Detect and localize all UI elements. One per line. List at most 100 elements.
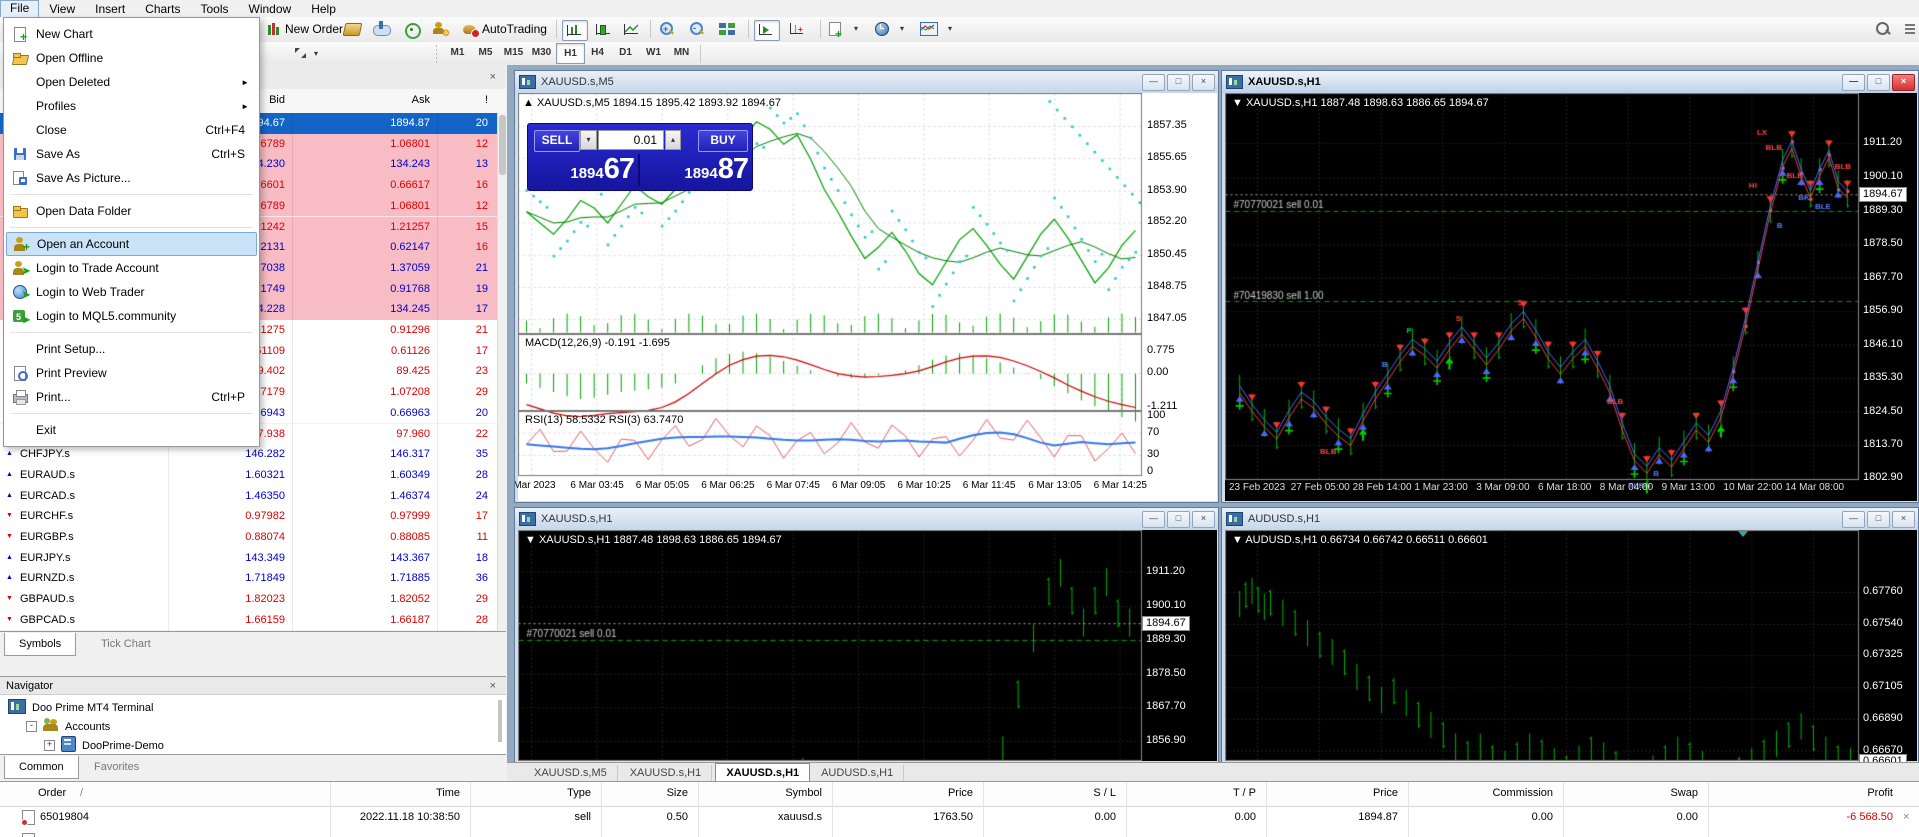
new-order-button[interactable]: New Order [262, 19, 348, 39]
chart-window-xauusd-m5[interactable]: XAUUSD.s,M5 — □ × ▲ XAUUSD.s,M5 1894.15 … [514, 70, 1219, 503]
panel-toggle-icon[interactable]: ▲ [523, 97, 537, 109]
candlestick-type-icon[interactable] [592, 20, 616, 39]
file-menu-item-print-preview[interactable]: Print Preview [6, 361, 257, 385]
file-menu-item-new-chart[interactable]: +New Chart [6, 22, 257, 46]
signal-icon[interactable] [400, 20, 424, 39]
zoom-in-icon[interactable]: + [656, 20, 680, 39]
restore-button[interactable]: □ [1867, 511, 1890, 528]
order-row[interactable]: 65019804 2022.11.18 10:38:50 sell 0.50 x… [0, 806, 1919, 829]
publish-icon[interactable] [370, 20, 394, 39]
timeframe-m5[interactable]: M5 [472, 43, 499, 62]
collapse-icon[interactable]: - [26, 721, 37, 732]
sell-button[interactable]: SELL [534, 130, 580, 152]
file-menu-item-login-to-trade-account[interactable]: ➤Login to Trade Account [6, 256, 257, 280]
column-header-spread[interactable]: ! [408, 94, 488, 106]
terminal-header-price[interactable]: Price [1298, 787, 1398, 799]
volume-up-button[interactable]: ▴ [665, 130, 681, 150]
panel-toggle-icon[interactable]: ▼ [1232, 97, 1246, 109]
restore-button[interactable]: □ [1167, 511, 1190, 528]
terminal-header-symbol[interactable]: Symbol [722, 787, 822, 799]
panel-toggle-icon[interactable]: ▼ [525, 534, 539, 546]
minimize-button[interactable]: — [1142, 511, 1165, 528]
periods-dropdown[interactable]: ▾ [872, 20, 912, 39]
minimize-button[interactable]: — [1842, 511, 1865, 528]
file-menu-item-save-as-picture[interactable]: Save As Picture... [6, 166, 257, 190]
volume-down-button[interactable]: ▾ [580, 130, 597, 150]
close-button[interactable]: × [1192, 74, 1215, 91]
chart-tab-xauusd-s-h1[interactable]: XAUUSD.s,H1 [620, 765, 713, 781]
terminal-header-type[interactable]: Type [491, 787, 591, 799]
file-menu-item-open-deleted[interactable]: Open Deleted► [6, 70, 257, 94]
timeframe-h4[interactable]: H4 [584, 43, 611, 62]
tab-symbols[interactable]: Symbols [4, 633, 76, 656]
file-menu-item-print[interactable]: Print...Ctrl+P [6, 385, 257, 409]
market-watch-row-eurgbp.s[interactable]: ▼EURGBP.s0.880740.8808511 [0, 527, 497, 549]
market-watch-row-gbpaud.s[interactable]: ▼GBPAUD.s1.820231.8205229 [0, 589, 497, 611]
navigator-close-icon[interactable]: × [490, 681, 496, 691]
market-watch-row-eurcad.s[interactable]: ▲EURCAD.s1.463501.4637424 [0, 486, 497, 508]
zoom-out-icon[interactable]: - [686, 20, 710, 39]
file-menu-item-save-as[interactable]: Save AsCtrl+S [6, 142, 257, 166]
timeframe-d1[interactable]: D1 [612, 43, 639, 62]
accounts-icon[interactable]: ⚙ [430, 20, 454, 39]
menu-view[interactable]: View [39, 1, 85, 17]
tile-windows-icon[interactable] [716, 20, 740, 39]
market-watch-row-euraud.s[interactable]: ▲EURAUD.s1.603211.6034928 [0, 465, 497, 487]
file-menu-item-open-offline[interactable]: Open Offline [6, 46, 257, 70]
chart-shift-icon[interactable]: + [786, 20, 810, 39]
market-watch-row-gbpcad.s[interactable]: ▼GBPCAD.s1.661591.6618728 [0, 610, 497, 631]
timeframe-m30[interactable]: M30 [528, 43, 555, 62]
expand-icon[interactable]: + [44, 740, 55, 751]
close-button[interactable]: × [1892, 511, 1915, 528]
close-button[interactable]: × [1192, 511, 1215, 528]
order-row-partial[interactable] [0, 829, 1919, 837]
timeframe-h1[interactable]: H1 [556, 43, 585, 64]
chart-tab-xauusd-s-h1[interactable]: XAUUSD.s,H1 [715, 763, 810, 783]
auto-scroll-icon[interactable] [754, 20, 780, 41]
chart-window-titlebar[interactable]: AUDUSD.s,H1 — □ × [1222, 508, 1918, 530]
minimize-button[interactable]: — [1142, 74, 1165, 91]
terminal-header-tp[interactable]: T / P [1156, 787, 1256, 799]
panel-toggle-icon[interactable]: ▼ [1232, 534, 1245, 546]
chart-window-xauusd-h1-2[interactable]: XAUUSD.s,H1 — □ × ▼ XAUUSD.s,H1 1887.48 … [514, 507, 1219, 763]
chart-window-audusd-h1[interactable]: AUDUSD.s,H1 — □ × ▼ AUDUSD.s,H1 0.66734 … [1221, 507, 1919, 763]
market-watch-row-eurchf.s[interactable]: ▼EURCHF.s0.979820.9799917 [0, 506, 497, 528]
navigator-item-accounts[interactable]: -Accounts [26, 717, 110, 736]
restore-button[interactable]: □ [1867, 74, 1890, 91]
menu-help[interactable]: Help [301, 1, 346, 17]
chart-window-titlebar[interactable]: XAUUSD.s,H1 — □ × [515, 508, 1218, 530]
chart-window-titlebar[interactable]: XAUUSD.s,H1 — □ × [1222, 71, 1918, 93]
chart-window-titlebar[interactable]: XAUUSD.s,M5 — □ × [515, 71, 1218, 93]
market-watch-row-chfjpy.s[interactable]: ▲CHFJPY.s146.282146.31735 [0, 444, 497, 466]
timeframe-w1[interactable]: W1 [640, 43, 667, 62]
tab-common[interactable]: Common [4, 756, 79, 779]
navigator-item-dooprime-demo[interactable]: +DooPrime-Demo [44, 736, 164, 754]
line-chart-type-icon[interactable] [620, 20, 644, 39]
navigator-scrollbar[interactable] [498, 700, 502, 742]
chart-tab-xauusd-s-m5[interactable]: XAUUSD.s,M5 [524, 765, 618, 781]
tab-tick-chart[interactable]: Tick Chart [87, 633, 165, 655]
file-menu-item-profiles[interactable]: Profiles► [6, 94, 257, 118]
menu-window[interactable]: Window [239, 1, 302, 17]
minimize-button[interactable]: — [1842, 74, 1865, 91]
file-menu-item-exit[interactable]: Exit [6, 418, 257, 442]
terminal-header-size[interactable]: Size [588, 787, 688, 799]
terminal-header-time[interactable]: Time [360, 787, 460, 799]
timeframe-m15[interactable]: M15 [500, 43, 527, 62]
sell-price[interactable]: 189467 [530, 153, 634, 187]
navigator-tree[interactable]: Doo Prime MT4 Terminal-Accounts+DooPrime… [0, 695, 506, 754]
file-menu-item-login-to-mql5-community[interactable]: 5➤Login to MQL5.community [6, 304, 257, 328]
buy-price[interactable]: 189487 [644, 153, 748, 187]
buy-button[interactable]: BUY [698, 130, 748, 152]
new-chart-dropdown[interactable]: +▾ [826, 20, 866, 39]
h1-chart-canvas[interactable] [1225, 93, 1917, 501]
aud-chart-canvas[interactable] [1225, 530, 1917, 761]
autotrading-button[interactable]: AutoTrading [458, 19, 552, 39]
menu-charts[interactable]: Charts [135, 1, 190, 17]
toolbar-overflow-icon[interactable] [1902, 20, 1919, 39]
chart-tab-audusd-s-h1[interactable]: AUDUSD.s,H1 [811, 765, 904, 781]
crosshair-dropdown[interactable]: ▾ [292, 44, 326, 63]
file-menu-item-print-setup[interactable]: Print Setup... [6, 337, 257, 361]
timeframe-mn[interactable]: MN [668, 43, 695, 62]
terminal-header-profit[interactable]: Profit [1793, 787, 1893, 799]
